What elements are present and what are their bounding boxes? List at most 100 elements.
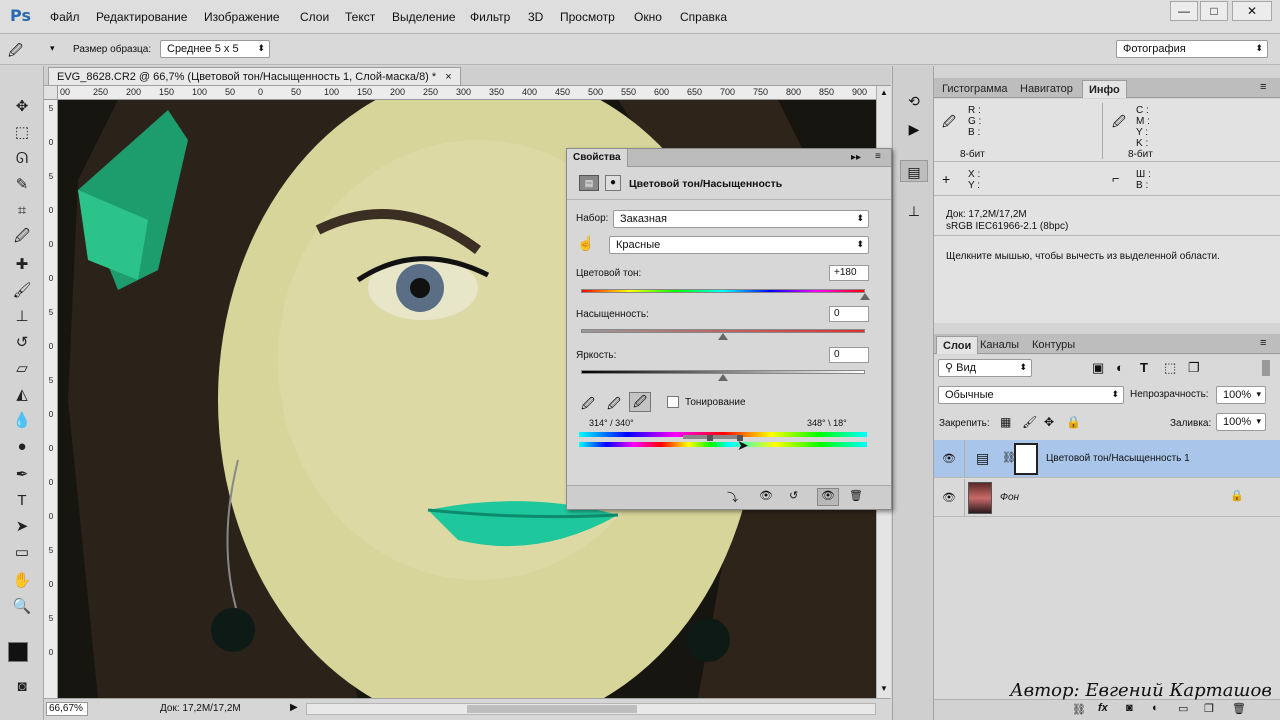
horizontal-ruler[interactable]: 00 250 200 150 100 50 0 50 100 150 200 250 300 350 400… xyxy=(58,86,876,100)
pen-tool-icon[interactable]: ✒ xyxy=(8,464,36,486)
lasso-tool-icon[interactable]: ᘏ xyxy=(8,148,36,170)
status-menu-arrow-icon[interactable]: ▶ xyxy=(290,702,298,713)
preset-select[interactable]: Заказная ⬍ xyxy=(613,210,869,228)
vertical-ruler[interactable]: 5 0 5 0 0 0 5 0 5 0 0 0 0 5 0 5 0 xyxy=(44,100,58,698)
history-panel-icon[interactable]: ⟲ xyxy=(900,90,928,112)
adjustment-icon[interactable]: ▤ xyxy=(579,175,599,191)
ruler-origin[interactable] xyxy=(44,86,58,100)
layer-style-icon[interactable]: fx xyxy=(1098,702,1108,714)
preset-dropdown-icon[interactable]: ▾ xyxy=(50,43,55,54)
hue-value-field[interactable]: +180 xyxy=(829,265,869,281)
lightness-value-field[interactable]: 0 xyxy=(829,347,869,363)
filter-type-icon[interactable]: T xyxy=(1140,360,1148,375)
workspace-select[interactable]: Фотография ⬍ xyxy=(1116,40,1268,58)
layer-row-background[interactable]: 👁 Фон 🔒 xyxy=(934,479,1280,517)
properties-tab[interactable]: Свойства xyxy=(567,149,628,167)
eyedropper-subtract-icon[interactable]: 🖉 xyxy=(629,392,651,412)
hand-tool-icon[interactable]: ✋ xyxy=(8,570,36,592)
zoom-tool-icon[interactable]: 🔍 xyxy=(8,596,36,618)
view-previous-icon[interactable]: 👁 xyxy=(759,489,773,502)
close-tab-icon[interactable]: × xyxy=(445,71,451,83)
properties-menu-icon[interactable]: ≡ xyxy=(875,151,881,162)
visibility-eye-icon[interactable]: 👁 xyxy=(942,491,956,504)
menu-view[interactable]: Просмотр xyxy=(560,10,615,24)
brush-tool-icon[interactable]: 🖌 xyxy=(8,280,36,302)
new-adjustment-icon[interactable]: ◐ xyxy=(1152,702,1159,714)
targeted-adjustment-hand-icon[interactable]: ☝ xyxy=(577,235,594,252)
collapse-panel-icon[interactable]: ▸▸ xyxy=(851,152,861,163)
fill-field[interactable]: 100% ▾ xyxy=(1216,413,1266,431)
path-select-tool-icon[interactable]: ➤ xyxy=(8,516,36,538)
horizontal-scroll-thumb[interactable] xyxy=(467,705,637,713)
filter-adjustment-icon[interactable]: ◐ xyxy=(1116,360,1124,375)
blend-mode-select[interactable]: Обычные ⬍ xyxy=(938,386,1124,404)
menu-3d[interactable]: 3D xyxy=(528,10,543,24)
saturation-slider-thumb[interactable] xyxy=(718,333,728,340)
layers-panel-menu-icon[interactable]: ≡ xyxy=(1260,337,1266,349)
type-tool-icon[interactable]: T xyxy=(8,490,36,512)
new-layer-icon[interactable]: ❐ xyxy=(1204,702,1214,715)
hue-slider-thumb[interactable] xyxy=(860,293,870,300)
menu-window[interactable]: Окно xyxy=(634,10,662,24)
filter-toggle[interactable] xyxy=(1262,360,1270,376)
healing-brush-tool-icon[interactable]: ✚ xyxy=(8,254,36,276)
scroll-up-icon[interactable]: ▲ xyxy=(880,88,888,97)
delete-adjustment-icon[interactable]: 🗑 xyxy=(849,489,863,502)
move-tool-icon[interactable]: ✥ xyxy=(8,96,36,118)
eyedropper-sample-icon[interactable]: 🖉 xyxy=(581,395,595,417)
menu-filter[interactable]: Фильтр xyxy=(470,10,510,24)
shape-tool-icon[interactable]: ▭ xyxy=(8,542,36,564)
menu-select[interactable]: Выделение xyxy=(392,10,456,24)
actions-panel-icon[interactable]: ▶ xyxy=(900,118,928,140)
layer-mask-thumbnail[interactable] xyxy=(1014,443,1038,475)
clip-to-layer-icon[interactable]: ⤵ xyxy=(727,489,738,505)
colorize-checkbox[interactable] xyxy=(667,396,679,408)
lock-position-icon[interactable]: ✥ xyxy=(1044,415,1054,429)
tab-info[interactable]: Инфо xyxy=(1082,80,1127,98)
history-brush-tool-icon[interactable]: ↺ xyxy=(8,332,36,354)
menu-file[interactable]: Файл xyxy=(50,10,80,24)
menu-type[interactable]: Текст xyxy=(345,10,375,24)
filter-smart-object-icon[interactable]: ❐ xyxy=(1188,360,1200,376)
stamp-tool-icon[interactable]: ⊥ xyxy=(8,306,36,328)
quick-select-tool-icon[interactable]: ✎ xyxy=(8,174,36,196)
minimize-button[interactable]: — xyxy=(1170,1,1198,21)
tab-paths[interactable]: Контуры xyxy=(1026,336,1081,354)
filter-pixel-icon[interactable]: ▣ xyxy=(1092,360,1104,376)
eyedropper-add-icon[interactable]: 🖉 xyxy=(607,395,621,417)
layer-row-hue-saturation[interactable]: 👁 ▤ ⛓ Цветовой тон/Насыщенность 1 xyxy=(934,440,1280,478)
tab-channels[interactable]: Каналы xyxy=(974,336,1025,354)
eraser-tool-icon[interactable]: ▱ xyxy=(8,358,36,380)
visibility-eye-icon[interactable]: 👁 xyxy=(942,452,956,465)
reset-icon[interactable]: ↺ xyxy=(789,489,798,502)
close-window-button[interactable]: ✕ xyxy=(1232,1,1272,21)
crop-tool-icon[interactable]: ⌗ xyxy=(8,200,36,222)
horizontal-scrollbar[interactable] xyxy=(306,703,876,715)
mask-icon[interactable]: ● xyxy=(605,175,621,191)
maximize-button[interactable]: □ xyxy=(1200,1,1228,21)
tab-navigator[interactable]: Навигатор xyxy=(1014,80,1079,98)
lightness-slider-thumb[interactable] xyxy=(718,374,728,381)
blur-tool-icon[interactable]: 💧 xyxy=(8,410,36,432)
eyedropper-tool-preset-icon[interactable]: 🖉 xyxy=(8,40,23,64)
new-group-icon[interactable]: ▭ xyxy=(1178,702,1188,715)
eyedropper-tool-icon[interactable]: 🖉 xyxy=(8,226,36,248)
lock-image-icon[interactable]: 🖌 xyxy=(1022,415,1037,429)
filter-shape-icon[interactable]: ⬚ xyxy=(1164,360,1176,376)
toggle-visibility-icon[interactable]: 👁 xyxy=(817,488,839,506)
marquee-tool-icon[interactable]: ⬚ xyxy=(8,122,36,144)
sample-size-select[interactable]: Среднее 5 х 5 ⬍ xyxy=(160,40,270,58)
layer-filter-select[interactable]: ⚲ Вид ⬍ xyxy=(938,359,1032,377)
lock-transparent-icon[interactable]: ▦ xyxy=(1000,415,1011,429)
properties-panel-icon[interactable]: ⊥ xyxy=(900,200,928,222)
quick-mask-icon[interactable]: ◙ xyxy=(8,676,36,698)
menu-help[interactable]: Справка xyxy=(680,10,727,24)
document-tab[interactable]: EVG_8628.CR2 @ 66,7% (Цветовой тон/Насыщ… xyxy=(48,67,461,85)
zoom-field[interactable]: 66,67% xyxy=(46,702,88,716)
gradient-tool-icon[interactable]: ◭ xyxy=(8,384,36,406)
opacity-field[interactable]: 100% ▾ xyxy=(1216,386,1266,404)
lock-all-icon[interactable]: 🔒 xyxy=(1066,415,1081,429)
menu-image[interactable]: Изображение xyxy=(204,10,280,24)
link-layers-icon[interactable]: ⛓ xyxy=(1072,703,1086,716)
scroll-down-icon[interactable]: ▼ xyxy=(880,684,888,693)
